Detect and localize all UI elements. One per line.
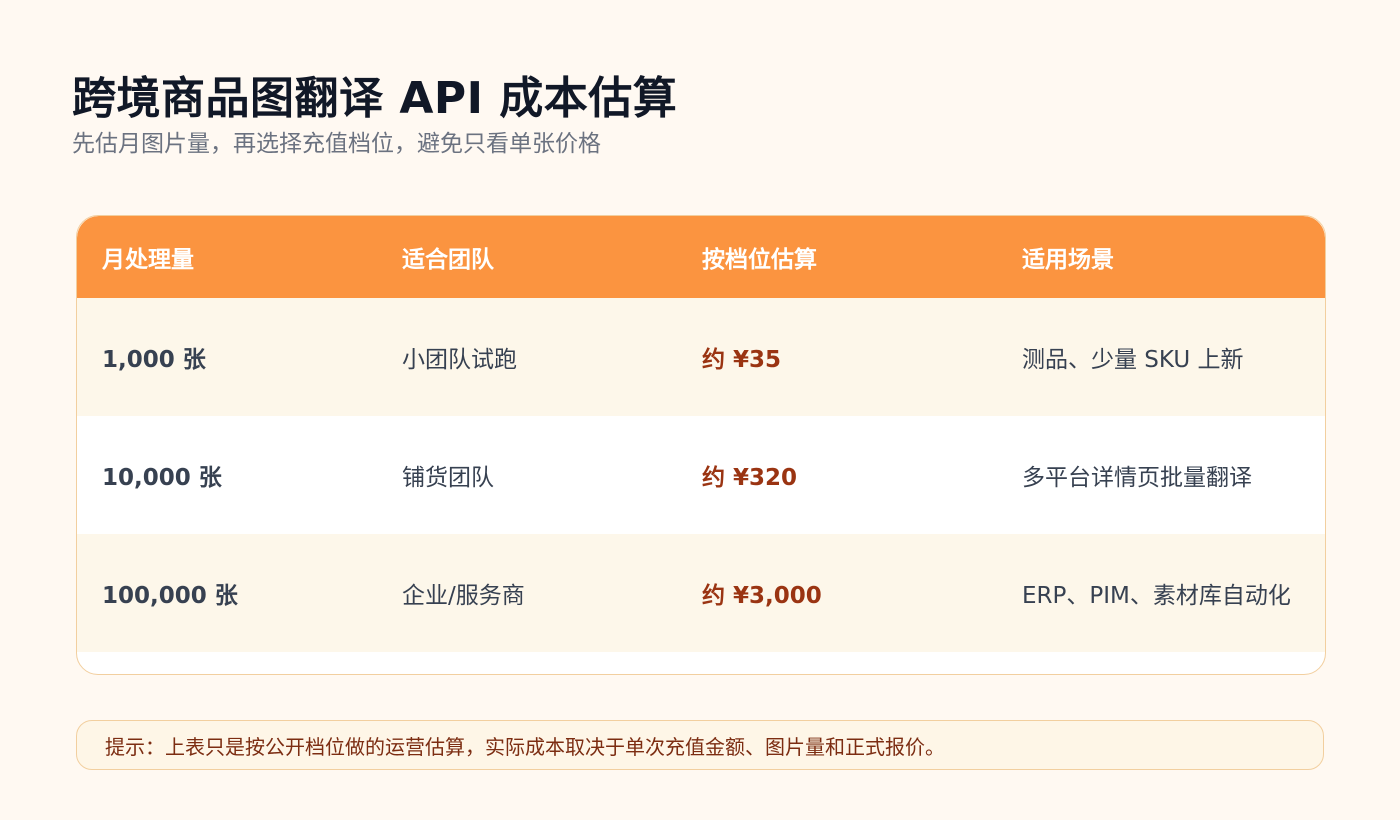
header-monthly-volume: 月处理量	[102, 247, 194, 273]
cost-estimate-table: 月处理量 适合团队 按档位估算 适用场景 1,000 张 小团队试跑 约 ¥35…	[76, 215, 1326, 675]
row-scenario: 测品、少量 SKU 上新	[1022, 347, 1244, 373]
row-team: 小团队试跑	[402, 347, 517, 373]
table-row: 1,000 张 小团队试跑 约 ¥35 测品、少量 SKU 上新	[77, 298, 1325, 416]
row-price: 约 ¥320	[702, 465, 798, 491]
row-volume: 10,000 张	[102, 465, 222, 491]
table-row: 10,000 张 铺货团队 约 ¥320 多平台详情页批量翻译	[77, 416, 1325, 534]
page-subtitle: 先估月图片量，再选择充值档位，避免只看单张价格	[72, 131, 601, 157]
row-team: 铺货团队	[402, 465, 494, 491]
row-volume: 100,000 张	[102, 583, 238, 609]
header-use-case: 适用场景	[1022, 247, 1114, 273]
tip-text: 提示：上表只是按公开档位做的运营估算，实际成本取决于单次充值金额、图片量和正式报…	[105, 734, 945, 759]
tip-box: 提示：上表只是按公开档位做的运营估算，实际成本取决于单次充值金额、图片量和正式报…	[76, 720, 1324, 770]
table-header: 月处理量 适合团队 按档位估算 适用场景	[77, 216, 1325, 298]
header-suitable-team: 适合团队	[402, 247, 494, 273]
table-row: 100,000 张 企业/服务商 约 ¥3,000 ERP、PIM、素材库自动化	[77, 534, 1325, 652]
row-price: 约 ¥3,000	[702, 583, 822, 609]
row-team: 企业/服务商	[402, 583, 525, 609]
row-scenario: ERP、PIM、素材库自动化	[1022, 583, 1291, 609]
page-title: 跨境商品图翻译 API 成本估算	[72, 73, 678, 124]
row-volume: 1,000 张	[102, 347, 206, 373]
row-scenario: 多平台详情页批量翻译	[1022, 465, 1252, 491]
row-price: 约 ¥35	[702, 347, 782, 373]
header-tier-estimate: 按档位估算	[702, 247, 817, 273]
